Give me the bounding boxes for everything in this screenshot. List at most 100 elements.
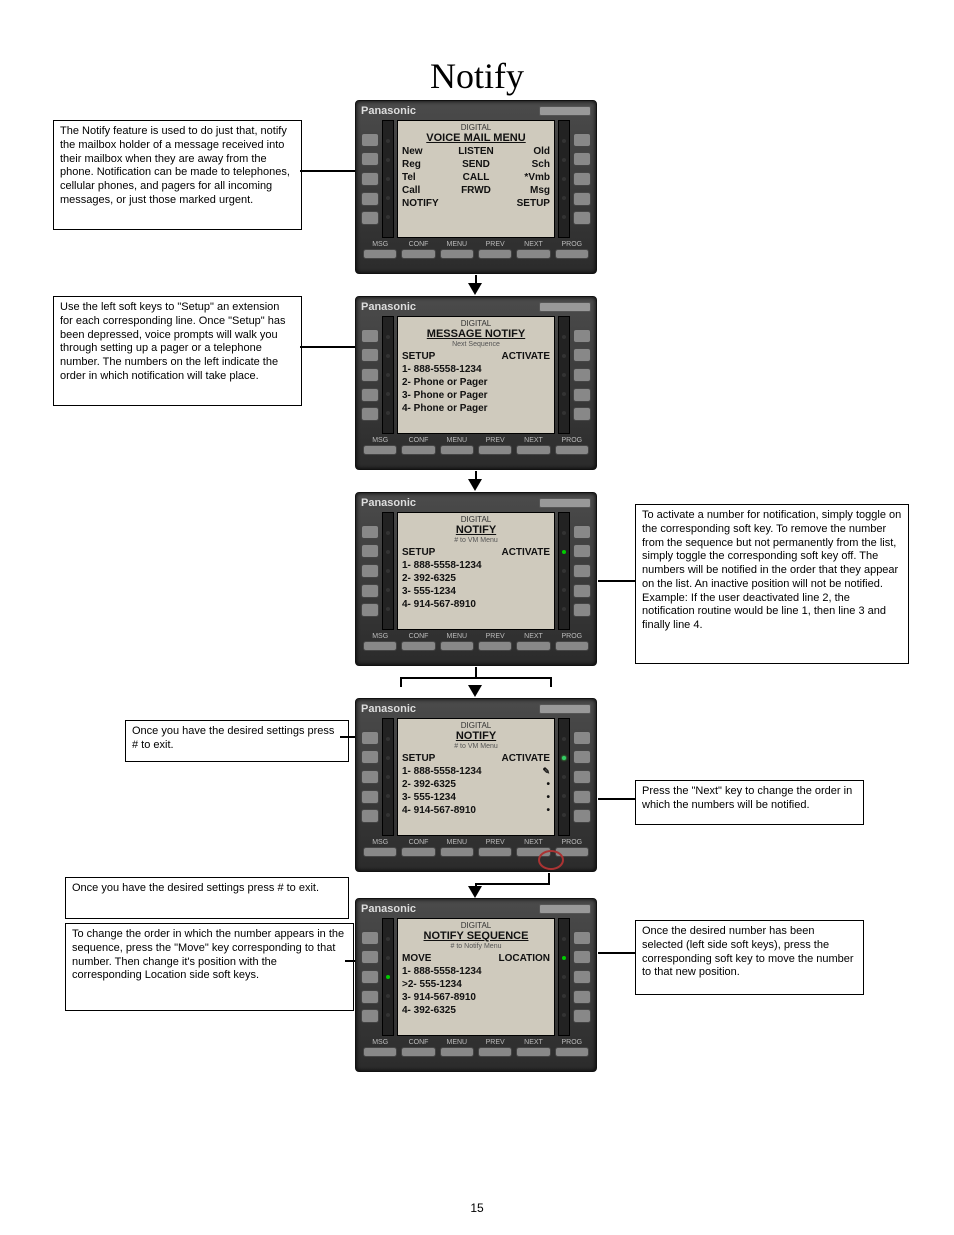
softlabel: Tel <box>402 171 451 184</box>
bottom-key-label: PREV <box>486 633 505 640</box>
screen-title: NOTIFY SEQUENCE <box>402 930 550 942</box>
phone-brand: Panasonic <box>361 496 591 510</box>
arrow-down-icon <box>468 685 482 697</box>
screen-line: 4- 914-567-8910 <box>402 598 550 611</box>
bottom-keys[interactable]: MSG CONF MENU PREV NEXT PROG <box>361 633 591 651</box>
screen-line: 3- Phone or Pager <box>402 389 550 402</box>
page-number: 15 <box>0 1201 954 1215</box>
bottom-key-label: PROG <box>561 437 582 444</box>
bottom-key-label: PROG <box>561 839 582 846</box>
left-softkeys[interactable] <box>361 316 379 434</box>
bottom-key-label: PROG <box>561 1039 582 1046</box>
screen-line: 1- 888-5558-1234 <box>402 765 542 778</box>
left-softkeys[interactable] <box>361 120 379 238</box>
textbox-intro: The Notify feature is used to do just th… <box>53 120 302 230</box>
softlabel: Msg <box>501 184 550 197</box>
phone-brand: Panasonic <box>361 104 591 118</box>
bottom-key-label: MENU <box>447 437 468 444</box>
connector <box>598 952 635 954</box>
bottom-key-label: MSG <box>372 437 388 444</box>
brand-label: Panasonic <box>361 105 416 117</box>
connector <box>598 580 635 582</box>
screen-subtitle: # to VM Menu <box>402 743 550 750</box>
dot-icon: • <box>546 778 550 791</box>
phone-screen-2: Panasonic DIGITAL MESSAGE NOTIFY Next Se… <box>355 296 597 470</box>
bottom-key-label: NEXT <box>524 1039 543 1046</box>
bottom-key-label: MSG <box>372 241 388 248</box>
screen-subtitle: Next Sequence <box>402 341 550 348</box>
screen-line: 4- 392-6325 <box>402 1004 550 1017</box>
bottom-key-label: NEXT <box>524 633 543 640</box>
softlabel: New <box>402 145 451 158</box>
page-title: Notify <box>0 55 954 97</box>
left-softkeys[interactable] <box>361 718 379 836</box>
phone-screen-3: Panasonic DIGITAL NOTIFY # to VM Menu SE… <box>355 492 597 666</box>
lcd-screen: DIGITAL NOTIFY SEQUENCE # to Notify Menu… <box>397 918 555 1036</box>
right-softkeys[interactable] <box>573 316 591 434</box>
softlabel: SEND <box>451 158 500 171</box>
left-leds <box>382 512 394 630</box>
softlabel: NOTIFY <box>402 197 451 210</box>
softlabel: SETUP <box>402 546 476 559</box>
connector <box>300 170 355 172</box>
bottom-key-label: MENU <box>447 241 468 248</box>
softlabel: ACTIVATE <box>476 752 550 765</box>
screen-line: 1- 888-5558-1234 <box>402 363 550 376</box>
screen-line: 2- Phone or Pager <box>402 376 550 389</box>
bottom-key-label: PREV <box>486 241 505 248</box>
speaker-slot <box>539 498 591 508</box>
arrow-down-icon <box>468 479 482 491</box>
screen-line: 3- 555-1234 <box>402 585 550 598</box>
bottom-key-label: MSG <box>372 633 388 640</box>
brand-label: Panasonic <box>361 903 416 915</box>
softlabel: Sch <box>501 158 550 171</box>
screen-line: 3- 555-1234 <box>402 791 546 804</box>
softlabel: CALL <box>451 171 500 184</box>
bottom-keys[interactable]: MSG CONF MENU PREV NEXT PROG <box>361 437 591 455</box>
connector <box>400 677 402 687</box>
bottom-key-label: NEXT <box>524 241 543 248</box>
right-softkeys[interactable] <box>573 512 591 630</box>
bottom-key-label: CONF <box>409 633 429 640</box>
bottom-key-label: CONF <box>409 437 429 444</box>
next-key-highlight-icon <box>538 850 564 870</box>
screen-subtitle: # to Notify Menu <box>402 943 550 950</box>
left-softkeys[interactable] <box>361 512 379 630</box>
screen-subheader: DIGITAL <box>402 123 550 132</box>
connector <box>550 677 552 687</box>
left-softkeys[interactable] <box>361 918 379 1036</box>
screen-line: 2- 392-6325 <box>402 572 550 585</box>
textbox-activate: To activate a number for notification, s… <box>635 504 909 664</box>
right-leds <box>558 512 570 630</box>
bottom-key-label: CONF <box>409 241 429 248</box>
screen-subheader: DIGITAL <box>402 515 550 524</box>
phone-brand: Panasonic <box>361 300 591 314</box>
phone-brand: Panasonic <box>361 702 591 716</box>
softlabel: SETUP <box>501 197 550 210</box>
pencil-icon: ✎ <box>542 765 550 778</box>
bottom-key-label: MENU <box>447 633 468 640</box>
screen-title: NOTIFY <box>402 524 550 536</box>
softlabel: *Vmb <box>501 171 550 184</box>
bottom-keys[interactable]: MSG CONF MENU PREV NEXT PROG <box>361 1039 591 1057</box>
connector <box>400 677 550 679</box>
phone-screen-1: Panasonic DIGITAL VOICE MAIL MENU NewLIS… <box>355 100 597 274</box>
bottom-key-label: MENU <box>447 1039 468 1046</box>
right-softkeys[interactable] <box>573 120 591 238</box>
screen-line: 1- 888-5558-1234 <box>402 965 550 978</box>
lcd-screen: DIGITAL NOTIFY # to VM Menu SETUPACTIVAT… <box>397 512 555 630</box>
softlabel: MOVE <box>402 952 476 965</box>
right-softkeys[interactable] <box>573 718 591 836</box>
softlabel: SETUP <box>402 350 476 363</box>
bottom-key-label: PREV <box>486 1039 505 1046</box>
right-leds <box>558 718 570 836</box>
bottom-key-label: MENU <box>447 839 468 846</box>
left-leds <box>382 718 394 836</box>
lcd-screen: DIGITAL NOTIFY # to VM Menu SETUPACTIVAT… <box>397 718 555 836</box>
bottom-keys[interactable]: MSG CONF MENU PREV NEXT PROG <box>361 241 591 259</box>
screen-line: 1- 888-5558-1234 <box>402 559 550 572</box>
right-leds <box>558 120 570 238</box>
right-softkeys[interactable] <box>573 918 591 1036</box>
softlabel: LISTEN <box>451 145 500 158</box>
bottom-key-label: MSG <box>372 1039 388 1046</box>
